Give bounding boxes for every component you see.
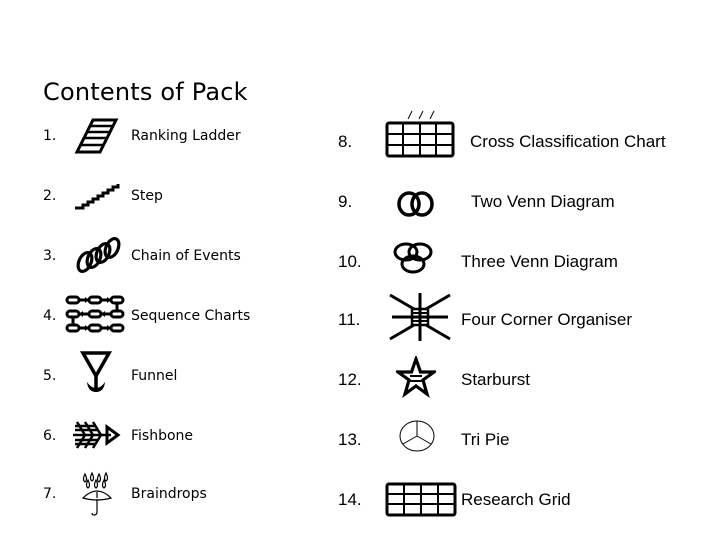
list-item-funnel: 5. Funnel: [43, 351, 323, 396]
research-grid-icon: [385, 482, 457, 517]
braindrops-icon: [81, 471, 113, 516]
item-label: Ranking Ladder: [131, 128, 241, 144]
list-item-chain-of-events: 3. Chain of Events: [43, 236, 323, 276]
item-number: 1.: [43, 128, 57, 144]
list-item-braindrops: 7. Braindrops: [43, 471, 323, 516]
item-label: Braindrops: [131, 486, 207, 502]
funnel-icon: [80, 351, 112, 392]
item-label: Four Corner Organiser: [461, 310, 633, 329]
item-number: 12.: [338, 370, 362, 389]
three-venn-icon: [393, 242, 433, 274]
list-item-research-grid: 14. Research Grid: [338, 480, 708, 520]
item-label: Funnel: [131, 368, 178, 384]
item-label: Cross Classification Chart: [470, 132, 666, 151]
item-number: 11.: [338, 310, 361, 329]
chain-icon: [76, 236, 121, 274]
list-item-cross-classification-chart: 8. Cross Classification Chart: [338, 110, 708, 162]
item-label: Tri Pie: [461, 430, 510, 449]
item-label: Research Grid: [461, 490, 571, 509]
list-item-fishbone: 6. Fishbone: [43, 416, 323, 456]
item-number: 2.: [43, 188, 57, 204]
item-number: 5.: [43, 368, 57, 384]
item-label: Chain of Events: [131, 248, 241, 264]
item-label: Step: [131, 188, 163, 204]
item-number: 9.: [338, 192, 353, 211]
item-number: 3.: [43, 248, 57, 264]
list-item-tri-pie: 13. Tri Pie: [338, 420, 708, 460]
list-item-three-venn-diagram: 10. Three Venn Diagram: [338, 242, 708, 282]
starburst-icon: [396, 356, 436, 398]
item-label: Two Venn Diagram: [471, 192, 615, 211]
list-item-sequence-charts: 4. Sequence Charts: [43, 295, 323, 336]
fishbone-icon: [73, 421, 121, 449]
tri-pie-icon: [399, 420, 435, 452]
page-title: Contents of Pack: [43, 78, 248, 106]
cross-classification-grid-icon: [385, 110, 455, 158]
ladder-icon: [74, 118, 119, 154]
list-item-starburst: 12. Starburst: [338, 356, 708, 400]
item-number: 6.: [43, 428, 57, 444]
item-label: Sequence Charts: [131, 308, 251, 324]
list-item-two-venn-diagram: 9. Two Venn Diagram: [338, 182, 708, 222]
two-venn-icon: [397, 191, 434, 217]
step-icon: [75, 184, 120, 210]
list-item-ranking-ladder: 1. Ranking Ladder: [43, 116, 323, 156]
item-number: 7.: [43, 486, 57, 502]
item-number: 14.: [338, 490, 362, 509]
four-corner-icon: [389, 293, 451, 341]
list-item-four-corner-organiser: 11. Four Corner Organiser: [338, 293, 708, 341]
item-number: 10.: [338, 252, 362, 271]
item-label: Three Venn Diagram: [461, 252, 618, 271]
list-item-step: 2. Step: [43, 176, 323, 216]
item-number: 13.: [338, 430, 362, 449]
item-number: 8.: [338, 132, 353, 151]
item-label: Starburst: [461, 370, 530, 389]
item-number: 4.: [43, 308, 57, 324]
item-label: Fishbone: [131, 428, 194, 444]
sequence-chart-icon: [65, 295, 125, 333]
